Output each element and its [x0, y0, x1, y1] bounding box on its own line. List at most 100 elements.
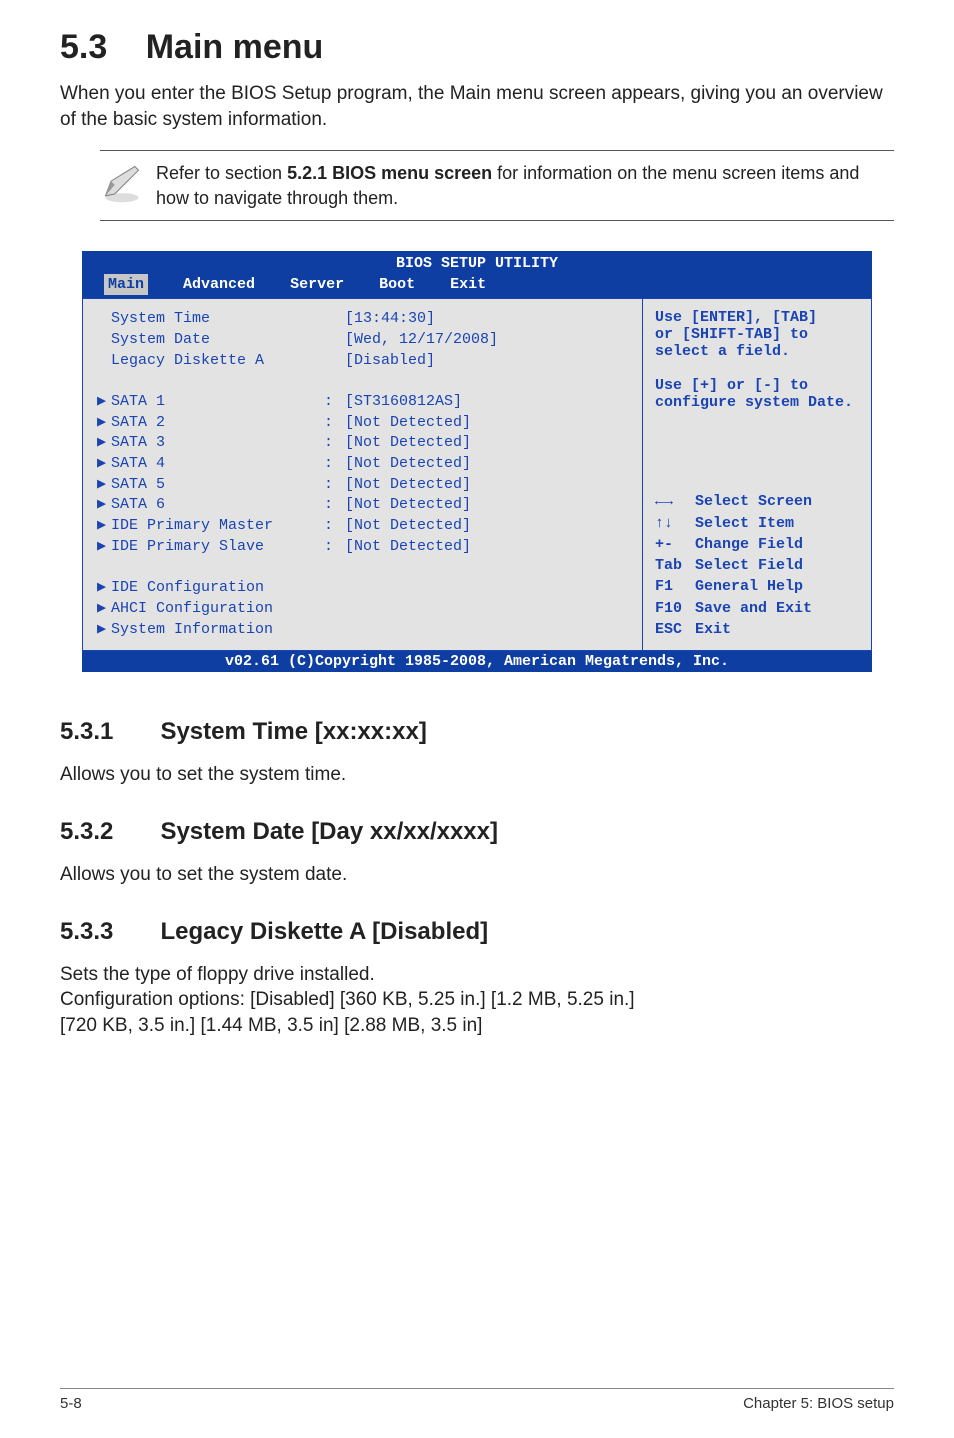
help-key-row: F1General Help	[655, 576, 861, 597]
subsection-number: 5.3.2	[60, 818, 156, 846]
bios-value: [Not Detected]	[345, 475, 471, 496]
help-key-row: ←→Select Screen	[655, 491, 861, 512]
note-bold: 5.2.1 BIOS menu screen	[287, 163, 492, 183]
section-title: Main menu	[146, 28, 324, 67]
help-line: Use [+] or [-] to	[655, 377, 861, 394]
subsection-body: Allows you to set the system date.	[60, 862, 894, 888]
chapter-label: Chapter 5: BIOS setup	[743, 1395, 894, 1412]
triangle-icon: ▶	[97, 392, 111, 413]
triangle-icon: ▶	[97, 537, 111, 558]
bios-label: SATA 4	[111, 454, 321, 475]
bios-value: [Wed, 12/17/2008]	[345, 330, 498, 351]
bios-row-sata1[interactable]: ▶SATA 1: [ST3160812AS]	[97, 392, 634, 413]
bios-value: [Disabled]	[345, 351, 435, 372]
bios-label: IDE Primary Master	[111, 516, 321, 537]
bios-row-ahci-config[interactable]: ▶AHCI Configuration	[97, 599, 634, 620]
bios-label: IDE Configuration	[111, 578, 264, 599]
bios-value: [13:44:30]	[345, 309, 435, 330]
bios-footer: v02.61 (C)Copyright 1985-2008, American …	[82, 651, 872, 672]
triangle-icon: ▶	[97, 495, 111, 516]
help-key-row: +-Change Field	[655, 534, 861, 555]
help-line: or [SHIFT-TAB] to	[655, 326, 861, 343]
pencil-icon	[100, 161, 156, 210]
bios-label: SATA 6	[111, 495, 321, 516]
subsection-heading: 5.3.2 System Date [Day xx/xx/xxxx]	[60, 818, 894, 846]
page-number: 5-8	[60, 1395, 82, 1412]
bios-left-pane: System Time [13:44:30] System Date [Wed,…	[82, 298, 642, 651]
bios-label: System Date	[111, 330, 321, 351]
bios-row-ide-config[interactable]: ▶IDE Configuration	[97, 578, 634, 599]
triangle-icon: ▶	[97, 516, 111, 537]
subsection-number: 5.3.3	[60, 918, 156, 946]
triangle-icon: ▶	[97, 413, 111, 434]
bios-tab-advanced[interactable]: Advanced	[183, 274, 255, 295]
help-line: configure system Date.	[655, 394, 861, 411]
bios-label: SATA 3	[111, 433, 321, 454]
bios-value: [Not Detected]	[345, 516, 471, 537]
triangle-icon: ▶	[97, 475, 111, 496]
note-box: Refer to section 5.2.1 BIOS menu screen …	[100, 150, 894, 221]
help-line: select a field.	[655, 343, 861, 360]
bios-tab-server[interactable]: Server	[290, 274, 344, 295]
bios-value: [Not Detected]	[345, 454, 471, 475]
bios-value: [Not Detected]	[345, 537, 471, 558]
bios-label: SATA 1	[111, 392, 321, 413]
bios-row-sata3[interactable]: ▶SATA 3: [Not Detected]	[97, 433, 634, 454]
help-key-row: ↑↓Select Item	[655, 513, 861, 534]
bios-body: System Time [13:44:30] System Date [Wed,…	[82, 298, 872, 651]
subsection-body: Sets the type of floppy drive installed.…	[60, 962, 894, 1039]
bios-tab-exit[interactable]: Exit	[450, 274, 486, 295]
section-number: 5.3	[60, 28, 107, 67]
bios-row-sata4[interactable]: ▶SATA 4: [Not Detected]	[97, 454, 634, 475]
bios-header: BIOS SETUP UTILITY Main Advanced Server …	[82, 251, 872, 298]
subsection-heading: 5.3.1 System Time [xx:xx:xx]	[60, 718, 894, 746]
triangle-icon: ▶	[97, 620, 111, 641]
subsection-title: System Time [xx:xx:xx]	[160, 718, 426, 746]
bios-tabs: Main Advanced Server Boot Exit	[82, 274, 872, 298]
bios-label: Legacy Diskette A	[111, 351, 321, 372]
page-footer: 5-8 Chapter 5: BIOS setup	[60, 1388, 894, 1412]
bios-value: [Not Detected]	[345, 433, 471, 454]
intro-paragraph: When you enter the BIOS Setup program, t…	[60, 81, 894, 132]
help-line: Use [ENTER], [TAB]	[655, 309, 861, 326]
section-heading: 5.3 Main menu	[60, 28, 894, 67]
bios-row-ide-slave[interactable]: ▶IDE Primary Slave: [Not Detected]	[97, 537, 634, 558]
subsection-body: Allows you to set the system time.	[60, 762, 894, 788]
bios-help-pane: Use [ENTER], [TAB] or [SHIFT-TAB] to sel…	[642, 298, 872, 651]
triangle-icon: ▶	[97, 599, 111, 620]
bios-label: AHCI Configuration	[111, 599, 273, 620]
bios-help-top: Use [ENTER], [TAB] or [SHIFT-TAB] to sel…	[655, 309, 861, 411]
bios-row-legacy-diskette[interactable]: Legacy Diskette A [Disabled]	[97, 351, 634, 372]
bios-title: BIOS SETUP UTILITY	[82, 251, 872, 274]
bios-row-system-date[interactable]: System Date [Wed, 12/17/2008]	[97, 330, 634, 351]
bios-value: [Not Detected]	[345, 413, 471, 434]
bios-label: System Time	[111, 309, 321, 330]
bios-value: [Not Detected]	[345, 495, 471, 516]
bios-label: SATA 5	[111, 475, 321, 496]
triangle-icon: ▶	[97, 578, 111, 599]
bios-label: SATA 2	[111, 413, 321, 434]
bios-row-sata2[interactable]: ▶SATA 2: [Not Detected]	[97, 413, 634, 434]
triangle-icon: ▶	[97, 433, 111, 454]
bios-tab-main[interactable]: Main	[104, 274, 148, 295]
help-key-row: F10Save and Exit	[655, 598, 861, 619]
note-text: Refer to section 5.2.1 BIOS menu screen …	[156, 161, 894, 210]
subsection-heading: 5.3.3 Legacy Diskette A [Disabled]	[60, 918, 894, 946]
bios-label: IDE Primary Slave	[111, 537, 321, 558]
bios-help-keys: ←→Select Screen ↑↓Select Item +-Change F…	[655, 491, 861, 640]
bios-label: System Information	[111, 620, 273, 641]
subsection-title: Legacy Diskette A [Disabled]	[160, 918, 488, 946]
bios-row-sata5[interactable]: ▶SATA 5: [Not Detected]	[97, 475, 634, 496]
help-key-row: ESCExit	[655, 619, 861, 640]
subsection-title: System Date [Day xx/xx/xxxx]	[160, 818, 498, 846]
bios-row-system-info[interactable]: ▶System Information	[97, 620, 634, 641]
bios-tab-boot[interactable]: Boot	[379, 274, 415, 295]
bios-row-ide-master[interactable]: ▶IDE Primary Master: [Not Detected]	[97, 516, 634, 537]
triangle-icon: ▶	[97, 454, 111, 475]
bios-row-sata6[interactable]: ▶SATA 6: [Not Detected]	[97, 495, 634, 516]
bios-row-system-time[interactable]: System Time [13:44:30]	[97, 309, 634, 330]
bios-value: [ST3160812AS]	[345, 392, 462, 413]
subsection-number: 5.3.1	[60, 718, 156, 746]
bios-screen: BIOS SETUP UTILITY Main Advanced Server …	[82, 251, 872, 672]
help-key-row: TabSelect Field	[655, 555, 861, 576]
